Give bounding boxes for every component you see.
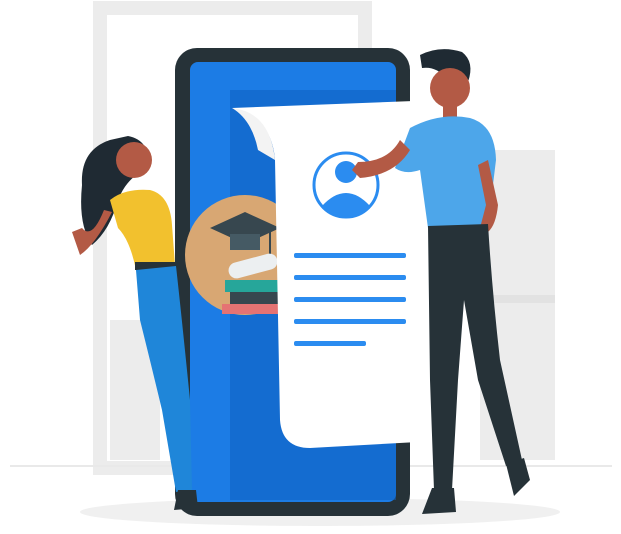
resume-line-1 [294,253,406,258]
resume-line-5 [294,341,366,346]
resume-line-4 [294,319,406,324]
man-head [430,68,470,108]
man-shoe-right [506,458,530,496]
woman-head [116,142,152,178]
resume-line-3 [294,297,406,302]
resume-line-2 [294,275,406,280]
illustration-scene [0,0,621,534]
woman-shoe [174,490,198,510]
woman-shirt [110,189,175,270]
illustration-svg [10,1,612,526]
man-shoe-left [422,488,456,514]
